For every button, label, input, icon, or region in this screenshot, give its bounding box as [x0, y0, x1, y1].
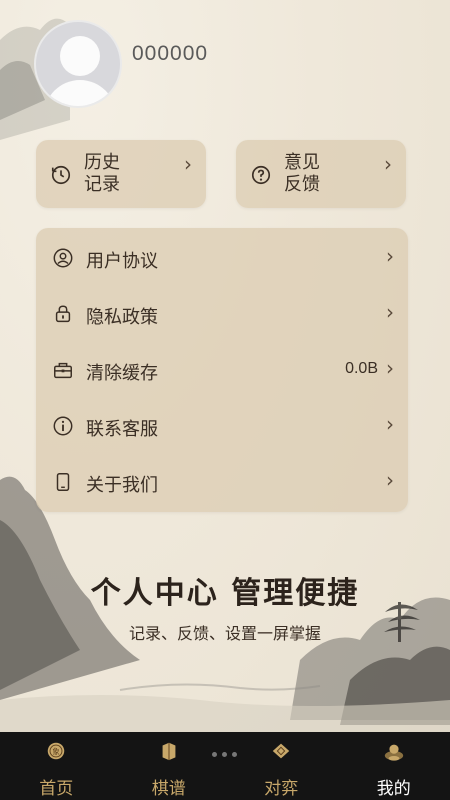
chevron-right-icon: ›	[386, 356, 394, 380]
promo-subtitle: 记录、反馈、设置一屏掌握	[128, 624, 321, 643]
tab-records[interactable]: 棋谱	[113, 732, 226, 800]
menu-item-label: 联系客服	[86, 419, 158, 440]
menu-item-privacy-policy[interactable]: 隐私政策 ›	[36, 286, 408, 342]
profile-icon	[384, 744, 403, 761]
promo-title: 个人中心 管理便捷	[90, 576, 360, 611]
tab-label: 棋谱	[151, 779, 186, 799]
svg-text:象: 象	[53, 747, 60, 756]
menu-item-about-us[interactable]: 关于我们 ›	[36, 454, 408, 510]
menu-item-label: 用户协议	[86, 251, 158, 272]
chevron-right-icon: ›	[384, 152, 392, 176]
phone-icon	[56, 473, 70, 491]
lock-icon	[55, 305, 71, 323]
tab-mine[interactable]: 我的	[338, 732, 450, 800]
menu-item-user-agreement[interactable]: 用户协议 ›	[36, 230, 408, 286]
cache-size-value: 0.0B	[345, 360, 378, 377]
menu-item-clear-cache[interactable]: 清除缓存 0.0B ›	[36, 342, 408, 398]
tab-label: 我的	[376, 779, 411, 799]
user-icon	[53, 248, 73, 268]
tab-label: 首页	[39, 779, 74, 799]
chevron-right-icon: ›	[386, 300, 394, 324]
bottom-tab-bar: 象 首页 棋谱 对弈 我的	[0, 732, 450, 800]
tab-label: 对弈	[264, 779, 299, 799]
menu-item-label: 隐私政策	[86, 307, 158, 328]
history-record-label: 历史 记录	[84, 152, 120, 195]
settings-menu: 用户协议 › 隐私政策 › 清除缓存 0.0B › 联系客服 › 关于我们 ›	[36, 228, 408, 512]
menu-item-contact-support[interactable]: 联系客服 ›	[36, 398, 408, 454]
menu-item-label: 清除缓存	[86, 363, 158, 384]
chevron-right-icon: ›	[386, 468, 394, 492]
tab-play[interactable]: 对弈	[225, 732, 338, 800]
feedback-button[interactable]: 意见 反馈 ›	[236, 140, 406, 208]
home-chess-icon: 象	[48, 742, 65, 760]
help-icon	[251, 165, 271, 185]
menu-item-label: 关于我们	[86, 475, 158, 496]
chevron-right-icon: ›	[386, 244, 394, 268]
chevron-right-icon: ›	[184, 152, 192, 176]
clear-icon	[54, 362, 72, 379]
avatar[interactable]	[34, 20, 122, 108]
page-indicator	[212, 752, 237, 757]
tab-home[interactable]: 象 首页	[0, 732, 113, 800]
history-record-button[interactable]: 历史 记录 ›	[36, 140, 206, 208]
history-icon	[51, 165, 71, 185]
profile-header: 000000	[0, 0, 450, 120]
username: 000000	[132, 42, 209, 65]
info-icon	[53, 416, 73, 436]
book-icon	[162, 742, 176, 761]
board-icon	[273, 743, 290, 759]
chevron-right-icon: ›	[386, 412, 394, 436]
feedback-label: 意见 反馈	[284, 152, 320, 195]
